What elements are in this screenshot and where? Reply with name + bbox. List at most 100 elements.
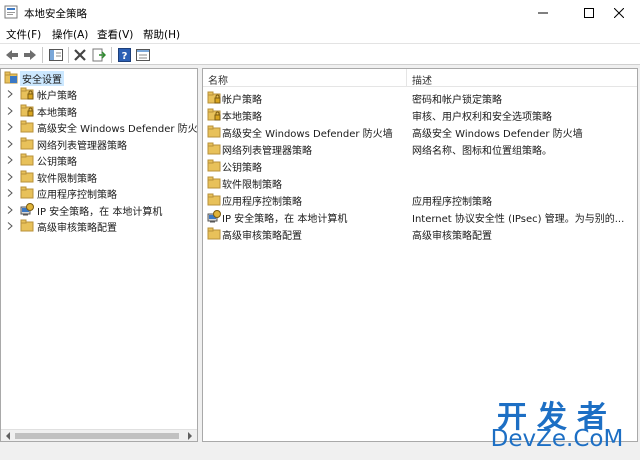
list-item-name: IP 安全策略，在 本地计算机 <box>222 214 348 225</box>
menu-view[interactable]: 查看(V) <box>97 27 133 42</box>
list-item-description: 密码和帐户锁定策略 <box>412 95 502 106</box>
tree-item-label: 应用程序控制策略 <box>37 190 117 201</box>
list-item-name: 公钥策略 <box>222 163 262 174</box>
help-button[interactable]: ? <box>116 47 132 63</box>
tree-item[interactable]: IP 安全策略，在 本地计算机 <box>1 202 197 218</box>
ipsec-icon <box>207 210 221 223</box>
watermark-en: DevZe.CoM <box>490 426 624 452</box>
list-item-description: Internet 协议安全性 (IPsec) 管理。为与别的... <box>412 214 625 225</box>
tree-item-label: 本地策略 <box>37 107 77 119</box>
folder-icon <box>207 227 221 240</box>
tree-root-label: 安全设置 <box>20 71 64 86</box>
tree-root-security-settings[interactable]: 安全设置 <box>1 70 197 86</box>
delete-icon <box>74 49 86 61</box>
horizontal-scrollbar[interactable] <box>1 429 197 441</box>
window-title: 本地安全策略 <box>24 8 87 20</box>
list-item-name: 软件限制策略 <box>222 180 282 191</box>
window: 本地安全策略 文件(F) 操作(A) 查看(V) 帮助(H) ? 安全设置 帐户… <box>0 0 640 460</box>
folder-lock-icon <box>20 104 34 116</box>
details-pane[interactable]: 名称 描述 帐户策略 密码和帐户锁定策略 本地策略 审核、用户权利和安全选项策略 高级安… <box>202 68 638 442</box>
maximize-icon <box>584 7 594 18</box>
svg-text:?: ? <box>121 51 127 62</box>
tree-item[interactable]: 高级审核策略配置 <box>1 218 197 234</box>
scroll-right-icon[interactable] <box>186 432 194 440</box>
chevron-right-icon[interactable] <box>6 106 14 115</box>
chevron-right-icon[interactable] <box>6 156 14 164</box>
security-policy-app-icon <box>4 5 18 19</box>
help-icon: ? <box>117 48 131 62</box>
list-item-description: 网络名称、图标和位置组策略。 <box>412 146 552 157</box>
toolbar-separator <box>42 47 43 63</box>
folder-icon <box>20 219 34 232</box>
close-icon <box>614 7 624 18</box>
scroll-left-icon[interactable] <box>4 432 12 440</box>
list-item-name: 本地策略 <box>222 112 262 123</box>
toolbar: ? <box>0 43 640 65</box>
tree-item-label: IP 安全策略，在 本地计算机 <box>37 206 163 218</box>
list-item[interactable]: 网络列表管理器策略 网络名称、图标和位置组策略。 <box>203 141 637 157</box>
show-hide-tree-button[interactable] <box>48 47 64 63</box>
forward-button[interactable] <box>22 47 38 63</box>
tree-item[interactable]: 高级安全 Windows Defender 防火墙 <box>1 119 197 135</box>
properties-icon <box>136 49 150 61</box>
folder-icon <box>207 125 221 138</box>
column-header-description[interactable]: 描述 <box>407 69 637 87</box>
column-header-name[interactable]: 名称 <box>203 69 407 87</box>
tree-item-label: 公钥策略 <box>37 157 77 168</box>
tree-item[interactable]: 公钥策略 <box>1 152 197 168</box>
tree-item-label: 高级安全 Windows Defender 防火墙 <box>37 124 198 135</box>
tree-item[interactable]: 网络列表管理器策略 <box>1 136 197 152</box>
folder-icon <box>20 186 34 199</box>
tree-item-label: 网络列表管理器策略 <box>37 140 127 152</box>
properties-button[interactable] <box>135 47 151 63</box>
chevron-right-icon[interactable] <box>6 123 14 131</box>
folder-icon <box>20 170 34 182</box>
menu-bar: 文件(F) 操作(A) 查看(V) 帮助(H) <box>0 25 640 43</box>
tree-item[interactable]: 软件限制策略 <box>1 169 197 185</box>
list-item-name: 高级审核策略配置 <box>222 231 302 242</box>
list-item-description: 审核、用户权利和安全选项策略 <box>412 112 552 123</box>
tree-item[interactable]: 本地策略 <box>1 103 197 119</box>
chevron-right-icon[interactable] <box>6 139 14 148</box>
list-item-description: 应用程序控制策略 <box>412 197 492 208</box>
scrollbar-thumb[interactable] <box>15 433 179 439</box>
chevron-right-icon[interactable] <box>6 189 14 197</box>
folder-icon <box>20 153 34 166</box>
list-item-name: 高级安全 Windows Defender 防火墙 <box>222 129 393 140</box>
list-item[interactable]: 应用程序控制策略 应用程序控制策略 <box>203 192 637 208</box>
close-button[interactable] <box>598 0 640 25</box>
tree-item[interactable]: 应用程序控制策略 <box>1 185 197 201</box>
show-hide-tree-icon <box>49 49 63 61</box>
chevron-right-icon[interactable] <box>6 90 14 98</box>
menu-action[interactable]: 操作(A) <box>52 27 88 42</box>
list-item[interactable]: 高级安全 Windows Defender 防火墙 高级安全 Windows De… <box>203 124 637 140</box>
list-item[interactable]: 本地策略 审核、用户权利和安全选项策略 <box>203 107 637 123</box>
minimize-button[interactable] <box>520 0 566 25</box>
console-tree[interactable]: 安全设置 帐户策略本地策略高级安全 Windows Defender 防火墙 网络… <box>0 68 198 442</box>
list-item-name: 应用程序控制策略 <box>222 197 302 208</box>
list-item-description: 高级安全 Windows Defender 防火墙 <box>412 129 583 140</box>
chevron-right-icon[interactable] <box>6 205 14 214</box>
export-list-icon <box>92 48 106 62</box>
chevron-right-icon[interactable] <box>6 222 14 230</box>
toolbar-separator <box>68 47 69 63</box>
list-item[interactable]: IP 安全策略，在 本地计算机 Internet 协议安全性 (IPsec) 管理… <box>203 209 637 225</box>
tree-item-label: 软件限制策略 <box>37 173 97 185</box>
folder-lock-icon <box>207 91 221 104</box>
export-list-button[interactable] <box>91 47 107 63</box>
list-item[interactable]: 帐户策略 密码和帐户锁定策略 <box>203 90 637 106</box>
list-item-name: 帐户策略 <box>222 95 262 106</box>
menu-file[interactable]: 文件(F) <box>6 27 41 42</box>
folder-icon <box>207 159 221 172</box>
list-item[interactable]: 公钥策略 <box>203 158 637 174</box>
delete-button[interactable] <box>72 47 88 63</box>
back-icon <box>6 50 18 60</box>
back-button[interactable] <box>4 47 20 63</box>
folder-icon <box>20 137 34 149</box>
list-item[interactable]: 软件限制策略 <box>203 175 637 191</box>
list-item[interactable]: 高级审核策略配置 高级审核策略配置 <box>203 226 637 242</box>
tree-item[interactable]: 帐户策略 <box>1 86 197 102</box>
chevron-right-icon[interactable] <box>6 172 14 181</box>
ipsec-icon <box>20 202 34 215</box>
menu-help[interactable]: 帮助(H) <box>143 27 180 42</box>
